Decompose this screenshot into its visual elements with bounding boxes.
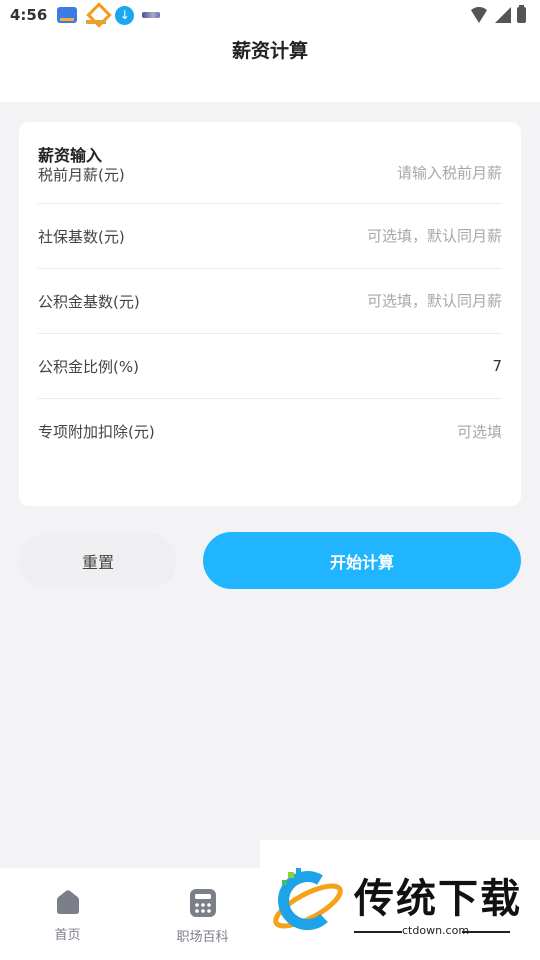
watermark-divider-left: [354, 931, 402, 933]
calculator-icon: [189, 889, 216, 917]
baidu-app-icon: [57, 7, 78, 23]
title-bar: 薪资计算: [0, 30, 540, 102]
field-label: 公积金基数(元): [38, 292, 140, 311]
reset-button[interactable]: 重置: [19, 533, 177, 588]
tab-home-label: 首页: [54, 928, 81, 943]
housing-fund-base-input[interactable]: [282, 292, 502, 310]
watermark-url: ctdown.com: [402, 924, 470, 937]
status-bar: 4:56 ↓: [0, 0, 540, 30]
calculate-button[interactable]: 开始计算: [203, 532, 521, 589]
pretax-salary-input[interactable]: [282, 164, 502, 182]
watermark-divider-right: [462, 931, 510, 933]
battery-icon: [517, 5, 526, 23]
page-title: 薪资计算: [231, 40, 308, 62]
download-icon: ↓: [115, 5, 135, 25]
home-icon: [56, 890, 79, 914]
field-label: 税前月薪(元): [38, 166, 125, 184]
notification-icons: ↓: [57, 5, 161, 25]
field-label: 专项附加扣除(元): [38, 423, 155, 441]
field-label: 公积金比例(%): [38, 357, 139, 376]
field-row-special-deduction: 专项附加扣除(元): [38, 399, 502, 464]
field-label: 社保基数(元): [38, 227, 125, 246]
signal-icon: [495, 7, 511, 23]
watermark-brand: 传统下载: [354, 876, 522, 922]
tab-career-wiki-label: 职场百科: [176, 930, 229, 945]
taobao-app-icon: [85, 6, 107, 24]
wifi-icon: [469, 7, 489, 23]
banner-app-icon: [142, 12, 161, 18]
status-time: 4:56: [10, 6, 48, 24]
field-row-housing-fund-rate: 公积金比例(%): [38, 334, 502, 399]
system-icons: [469, 5, 526, 23]
social-security-base-input[interactable]: [282, 227, 502, 245]
salary-input-card: 薪资输入 税前月薪(元) 社保基数(元) 公积金基数(元) 公积金比例(%) 专…: [19, 122, 521, 506]
field-row-pretax-salary: 税前月薪(元): [38, 164, 502, 204]
field-row-social-security-base: 社保基数(元): [38, 204, 502, 269]
tab-home[interactable]: 首页: [0, 868, 135, 960]
field-row-housing-fund-base: 公积金基数(元): [38, 269, 502, 334]
ctdown-logo-icon: [273, 868, 343, 930]
watermark: 传统下载 ctdown.com: [260, 840, 540, 960]
special-deduction-input[interactable]: [282, 422, 502, 441]
tab-career-wiki[interactable]: 职场百科: [135, 868, 270, 960]
section-title: 薪资输入: [38, 146, 103, 165]
housing-fund-rate-input[interactable]: [282, 357, 502, 375]
